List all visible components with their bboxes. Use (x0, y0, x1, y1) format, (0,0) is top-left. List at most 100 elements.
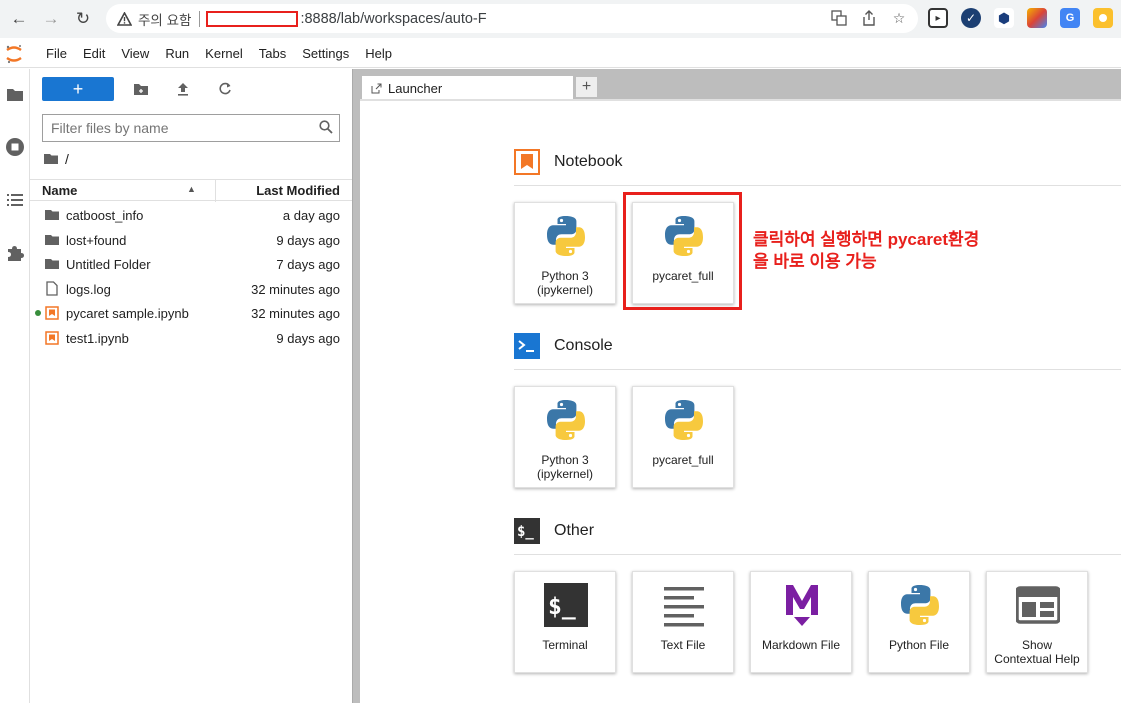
file-name: Untitled Folder (66, 257, 151, 273)
list-item[interactable]: lost+found 9 days ago (30, 228, 352, 253)
new-launcher-button[interactable]: + (42, 77, 114, 101)
file-filter-input[interactable] (43, 120, 303, 136)
section-title: Other (554, 522, 595, 539)
console-section-icon (514, 333, 540, 359)
menu-kernel[interactable]: Kernel (197, 40, 251, 68)
terminal-icon: $_ (541, 580, 591, 630)
menu-view[interactable]: View (113, 40, 157, 68)
launcher-card-terminal[interactable]: $_ Terminal (514, 571, 616, 673)
url-text: :8888/lab/workspaces/auto-F (300, 10, 487, 27)
tab-label: Launcher (388, 80, 443, 96)
file-name: test1.ipynb (66, 330, 129, 346)
forward-icon[interactable]: → (40, 8, 62, 30)
back-icon[interactable]: ← (8, 8, 30, 30)
column-divider (215, 180, 216, 202)
translate-icon[interactable] (830, 9, 848, 27)
breadcrumb-path[interactable]: / (65, 151, 69, 167)
share-icon[interactable] (860, 9, 878, 27)
svg-text:$_: $_ (548, 594, 576, 620)
highlight-box (623, 192, 742, 310)
check-extension-icon[interactable]: ✓ (961, 8, 981, 28)
list-item[interactable]: catboost_info a day ago (30, 203, 352, 228)
main-area: Launcher + Notebook Python 3 (ipykernel)… (360, 69, 1121, 703)
menu-run[interactable]: Run (157, 40, 197, 68)
tab-bar: Launcher + (360, 69, 1121, 100)
note-extension-icon[interactable] (1093, 8, 1113, 28)
launcher-card-notebook-python3[interactable]: Python 3 (ipykernel) (514, 202, 616, 304)
address-bar[interactable]: 주의 요함 :8888/lab/workspaces/auto-F ☆ (106, 4, 918, 33)
python-logo-icon (541, 211, 591, 261)
svg-text:$_: $_ (517, 524, 534, 540)
upload-icon[interactable] (172, 78, 194, 100)
launcher-card-markdown-file[interactable]: Markdown File (750, 571, 852, 673)
notebook-icon (44, 305, 60, 321)
list-item[interactable]: logs.log 32 minutes ago (30, 277, 352, 302)
file-name: lost+found (66, 232, 127, 248)
file-name: catboost_info (66, 208, 144, 223)
launcher-tab-icon (370, 82, 382, 94)
card-label: Terminal (542, 638, 588, 652)
redacted-host (206, 10, 299, 27)
section-console: Console (514, 333, 613, 359)
file-modified: 32 minutes ago (251, 281, 340, 297)
launcher-card-console-python3[interactable]: Python 3 (ipykernel) (514, 386, 616, 488)
colorful-extension-icon[interactable] (1027, 8, 1047, 28)
menu-file[interactable]: File (38, 40, 75, 68)
card-label: Python 3 (541, 269, 589, 283)
breadcrumb[interactable]: / (44, 151, 69, 167)
launcher-card-console-pycaret-full[interactable]: pycaret_full (632, 386, 734, 488)
list-item[interactable]: test1.ipynb 9 days ago (30, 326, 352, 351)
annotation: 클릭하여 실행하면 pycaret환경 을 바로 이용 가능 (753, 229, 979, 273)
section-notebook: Notebook (514, 149, 623, 175)
sort-arrow-icon: ▲ (187, 184, 196, 194)
list-item[interactable]: Untitled Folder 7 days ago (30, 252, 352, 277)
launcher-card-contextual-help[interactable]: Show Contextual Help (986, 571, 1088, 673)
card-label-secondary: (ipykernel) (536, 283, 593, 297)
activity-bar (0, 69, 30, 703)
file-modified: 9 days ago (276, 330, 340, 346)
file-modified: 32 minutes ago (251, 306, 340, 322)
file-filter-field[interactable] (42, 114, 340, 142)
python-logo-icon (541, 395, 591, 445)
python-logo-icon (895, 580, 945, 630)
folder-icon[interactable] (4, 83, 26, 105)
google-translate-icon[interactable]: G (1060, 8, 1080, 28)
file-icon (44, 281, 60, 297)
reload-icon[interactable]: ↻ (72, 8, 94, 30)
hex-extension-icon[interactable]: ⬢ (994, 8, 1014, 28)
file-modified: 9 days ago (276, 232, 340, 248)
card-label: Python 3 (541, 453, 589, 467)
refresh-icon[interactable] (214, 78, 236, 100)
bookmark-star-icon[interactable]: ☆ (890, 9, 908, 27)
card-label-secondary: (ipykernel) (536, 467, 593, 481)
notebook-icon (44, 330, 60, 346)
launcher-card-text-file[interactable]: Text File (632, 571, 734, 673)
search-icon (319, 120, 333, 139)
menu-tabs[interactable]: Tabs (251, 40, 294, 68)
reader-mode-icon[interactable]: ▸ (928, 8, 948, 28)
section-title: Notebook (554, 153, 623, 170)
list-item[interactable]: pycaret sample.ipynb 32 minutes ago (30, 301, 352, 326)
warning-icon (116, 11, 132, 27)
tab-launcher[interactable]: Launcher (361, 75, 574, 100)
column-modified-header[interactable]: Last Modified (256, 183, 340, 198)
card-label: Text File (660, 638, 706, 652)
file-modified: a day ago (282, 208, 340, 223)
folder-icon (44, 232, 60, 248)
python-logo-icon (659, 395, 709, 445)
contextual-help-icon (1013, 580, 1063, 630)
running-kernels-icon[interactable] (4, 136, 26, 158)
column-name-header[interactable]: Name (42, 183, 77, 198)
menu-help[interactable]: Help (357, 40, 400, 68)
table-of-contents-icon[interactable] (4, 189, 26, 211)
add-tab-button[interactable]: + (575, 76, 598, 98)
jupyter-logo-icon (0, 40, 28, 68)
panel-splitter[interactable] (352, 69, 360, 703)
launcher-card-python-file[interactable]: Python File (868, 571, 970, 673)
menu-edit[interactable]: Edit (75, 40, 113, 68)
menu-settings[interactable]: Settings (294, 40, 357, 68)
extension-puzzle-icon[interactable] (4, 242, 26, 264)
tab-underline (360, 99, 1121, 101)
new-folder-icon[interactable] (130, 78, 152, 100)
section-other: $_ Other (514, 518, 594, 544)
